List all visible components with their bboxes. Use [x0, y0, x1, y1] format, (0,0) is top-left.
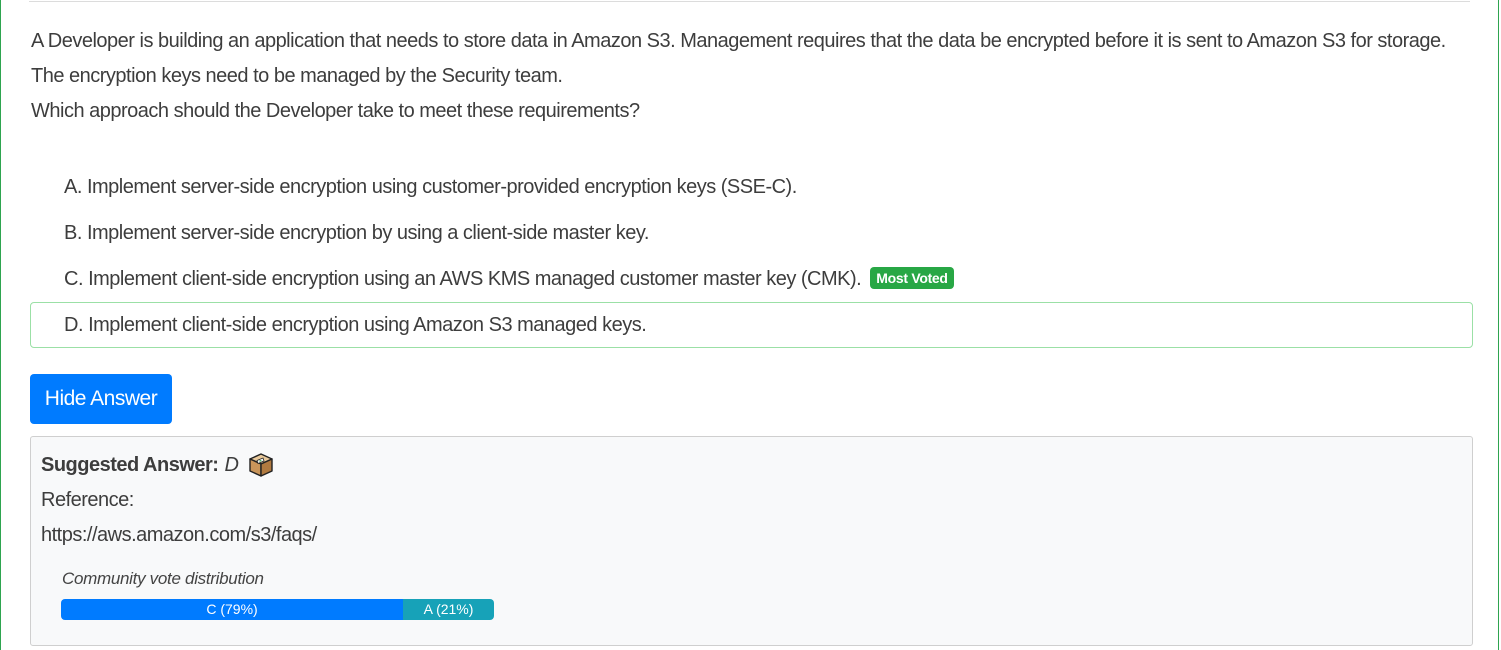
choice-letter: A. — [64, 176, 82, 198]
choice-letter: C. — [64, 268, 84, 290]
reference-label: Reference: — [41, 489, 134, 511]
choice-b[interactable]: B. Implement server-side encryption by u… — [30, 210, 1473, 256]
question-text: A Developer is building an application t… — [31, 24, 1481, 129]
package-box-icon[interactable] — [248, 452, 274, 478]
suggested-answer: Suggested Answer: D — [41, 449, 274, 481]
vote-distribution-bar: C (79%) A (21%) — [61, 599, 494, 620]
choice-c[interactable]: C. Implement client-side encryption usin… — [30, 256, 1473, 302]
question-card: A Developer is building an application t… — [0, 0, 1499, 650]
choice-text: Implement client-side encryption using A… — [88, 314, 647, 336]
most-voted-badge: Most Voted — [870, 267, 954, 289]
reference-link[interactable]: https://aws.amazon.com/s3/faqs/ — [41, 519, 317, 551]
vote-segment-c: C (79%) — [61, 599, 404, 620]
hide-answer-button[interactable]: Hide Answer — [30, 374, 172, 424]
choice-text: Implement server-side encryption by usin… — [86, 222, 649, 244]
question-line-1: A Developer is building an application t… — [31, 30, 1446, 52]
suggested-answer-label: Suggested Answer: — [41, 454, 219, 476]
choice-d[interactable]: D. Implement client-side encryption usin… — [30, 302, 1473, 348]
suggested-answer-value: D — [224, 454, 239, 476]
choice-text: Implement client-side encryption using a… — [88, 268, 862, 290]
vote-distribution-title: Community vote distribution — [62, 569, 264, 588]
question-line-3: Which approach should the Developer take… — [31, 100, 640, 122]
question-line-2: The encryption keys need to be managed b… — [31, 65, 563, 87]
choice-letter: B. — [64, 222, 82, 244]
answer-panel: Suggested Answer: D Reference: https://a… — [30, 436, 1473, 646]
top-divider — [29, 1, 1470, 2]
choice-letter: D. — [64, 314, 84, 336]
choices-list: A. Implement server-side encryption usin… — [30, 164, 1473, 348]
choice-text: Implement server-side encryption using c… — [86, 176, 797, 198]
vote-segment-a: A (21%) — [403, 599, 494, 620]
choice-a[interactable]: A. Implement server-side encryption usin… — [30, 164, 1473, 210]
